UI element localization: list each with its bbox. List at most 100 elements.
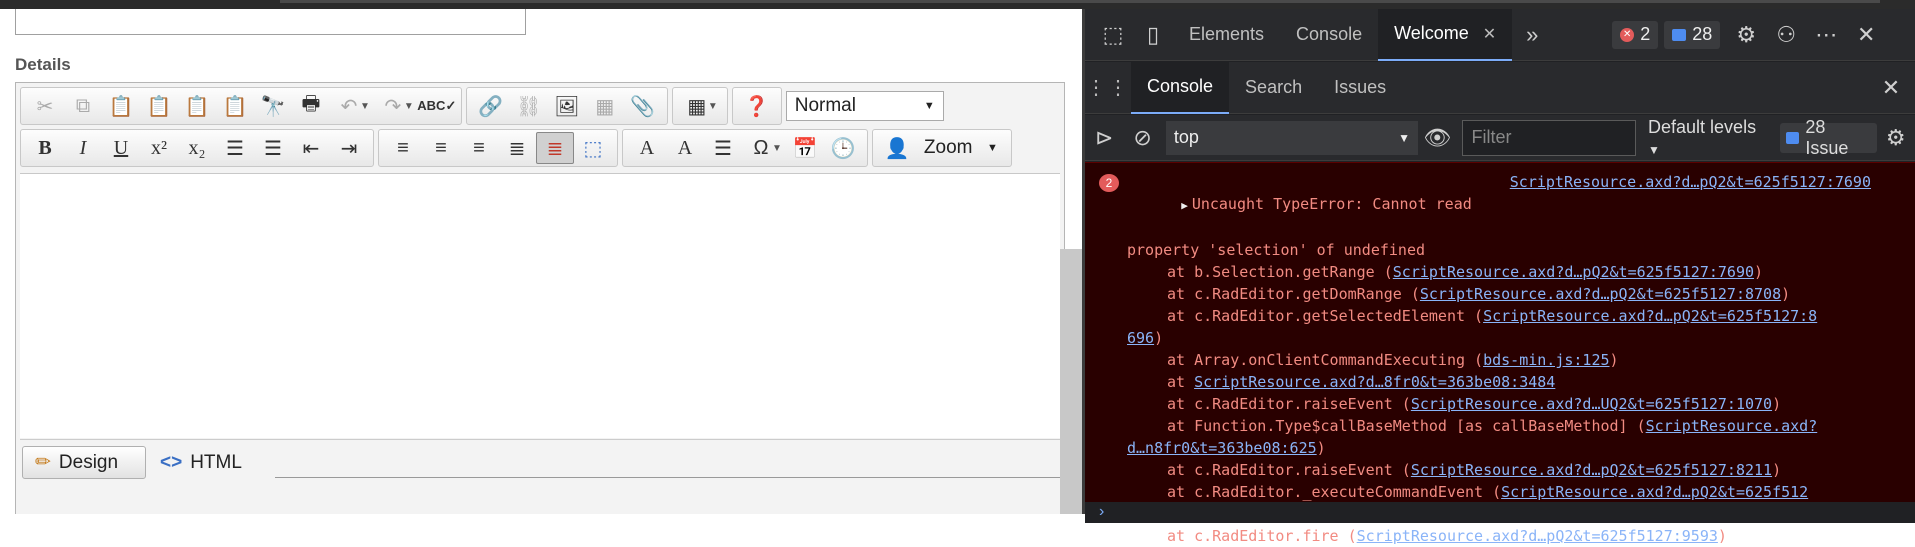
source-link[interactable]: ScriptResource.axd?d…pQ2&t=625f5127:7690	[1510, 171, 1871, 193]
source-link[interactable]: ScriptResource.axd?d…pQ2&t=625f512	[1501, 483, 1808, 501]
align-center-icon[interactable]: ≡	[422, 132, 460, 164]
paste-html-icon[interactable]: 📋	[216, 90, 254, 122]
context-select[interactable]: top ▼	[1165, 120, 1419, 155]
subscript-icon[interactable]: x₂	[178, 132, 216, 164]
source-link[interactable]: ScriptResource.axd?d…8fr0&t=363be08:3484	[1194, 373, 1555, 391]
align-left-icon[interactable]: ≡	[384, 132, 422, 164]
justify-icon[interactable]: ≣	[498, 132, 536, 164]
close-icon[interactable]: ✕	[1483, 24, 1496, 44]
editor-content-area[interactable]	[20, 173, 1060, 438]
module-manager-icon[interactable]: 👤	[878, 132, 916, 164]
format-stripper-icon[interactable]: A	[628, 132, 666, 164]
source-link[interactable]: ScriptResource.axd?d…pQ2&t=625f5127:8	[1483, 307, 1817, 325]
source-link[interactable]: ScriptResource.axd?d…UQ2&t=625f5127:1070	[1411, 395, 1772, 413]
table-dropdown-icon[interactable]: ▼	[708, 101, 718, 112]
image-map-icon[interactable]: ▦	[586, 90, 624, 122]
device-toolbar-icon[interactable]: ▯	[1133, 15, 1173, 55]
paste-icon[interactable]: 📋	[102, 90, 140, 122]
frame-text: at c.RadEditor._executeCommandEvent (	[1167, 483, 1502, 501]
more-options-icon[interactable]: ⋯	[1806, 15, 1846, 55]
source-link[interactable]: 696	[1127, 329, 1154, 347]
error-message-line[interactable]: 2 ▶ Uncaught TypeError: Cannot read ScriptR…	[1085, 171, 1905, 239]
devtools-main-tabs: ⬚ ▯ Elements Console Welcome ✕ » ✕ 2 28 ⚙ …	[1085, 8, 1915, 61]
stack-frame: at ScriptResource.axd?d…8fr0&t=363be08:3…	[1085, 371, 1905, 393]
drawer-menu-icon[interactable]: ⋮⋮	[1085, 75, 1131, 100]
paste-word-icon[interactable]: 📋	[140, 90, 178, 122]
source-link[interactable]: d…n8fr0&t=363be08:625	[1127, 439, 1317, 457]
insert-date-icon[interactable]: 📅	[786, 132, 824, 164]
design-mode-button[interactable]: ✏ Design	[22, 446, 146, 479]
cut-icon[interactable]: ✂	[26, 90, 64, 122]
editor-mode-bar: ✏ Design <> HTML	[20, 439, 1065, 479]
source-link[interactable]: ScriptResource.axd?d…pQ2&t=625f5127:8708	[1420, 285, 1781, 303]
stack-frame: at c.RadEditor.raiseEvent (ScriptResourc…	[1085, 459, 1905, 481]
log-levels-dropdown[interactable]: Default levels ▼	[1648, 117, 1768, 159]
tab-elements[interactable]: Elements	[1173, 9, 1280, 61]
issues-button[interactable]: 28 Issue	[1780, 117, 1877, 158]
source-link[interactable]: ScriptResource.axd?d…pQ2&t=625f5127:9593	[1357, 527, 1718, 545]
message-badge[interactable]: 28	[1664, 20, 1721, 49]
format-block-select[interactable]: Normal ▼	[785, 91, 944, 121]
more-tabs-icon[interactable]: »	[1512, 15, 1552, 55]
tab-console[interactable]: Console	[1280, 9, 1378, 61]
unordered-list-icon[interactable]: ☰	[254, 132, 292, 164]
tab-welcome[interactable]: Welcome ✕	[1378, 8, 1513, 61]
insert-time-icon[interactable]: 🕒	[824, 132, 862, 164]
page-scrollbar[interactable]	[1060, 249, 1082, 514]
zoom-select[interactable]: Zoom ▼	[916, 133, 1006, 163]
align-right-icon[interactable]: ≡	[460, 132, 498, 164]
close-devtools-icon[interactable]: ✕	[1846, 15, 1886, 55]
italic-icon[interactable]: I	[64, 132, 102, 164]
previous-text-input[interactable]	[15, 9, 526, 35]
find-replace-icon[interactable]: 🔭	[254, 90, 292, 122]
console-prompt[interactable]: ›	[1085, 503, 1915, 523]
connection-icon[interactable]: ⚇	[1766, 15, 1806, 55]
paste-text-icon[interactable]: 📋	[178, 90, 216, 122]
live-expression-eye-icon[interactable]: 👁	[1418, 118, 1456, 158]
source-link[interactable]: ScriptResource.axd?d…pQ2&t=625f5127:8211	[1411, 461, 1772, 479]
indent-icon[interactable]: ⇥	[330, 132, 368, 164]
document-manager-icon[interactable]: 📎	[624, 90, 662, 122]
image-manager-icon[interactable]: 🖼	[548, 90, 586, 122]
print-icon[interactable]: 🖶	[292, 90, 330, 122]
source-link[interactable]: ScriptResource.axd?d…pQ2&t=625f5127:7690	[1393, 263, 1754, 281]
bold-icon[interactable]: B	[26, 132, 64, 164]
html-mode-button[interactable]: <> HTML	[148, 446, 254, 479]
inspect-element-icon[interactable]: ⬚	[1093, 15, 1133, 55]
frame-text: at Function.Type$callBaseMethod [as call…	[1167, 417, 1646, 435]
drawer-tab-issues[interactable]: Issues	[1318, 62, 1402, 114]
redo-dropdown-icon[interactable]: ▼	[404, 101, 414, 112]
expand-triangle-icon[interactable]: ▶	[1181, 199, 1188, 212]
help-icon[interactable]: ❓	[738, 90, 776, 122]
font-style-icon[interactable]: A	[666, 132, 704, 164]
close-drawer-icon[interactable]: ✕	[1871, 68, 1911, 108]
frame-text: at c.RadEditor.fire (	[1167, 527, 1357, 545]
remove-link-icon[interactable]: ⛓	[510, 90, 548, 122]
symbol-dropdown-icon[interactable]: ▼	[772, 143, 782, 154]
ordered-list-icon[interactable]: ☰	[216, 132, 254, 164]
source-link[interactable]: bds-min.js:125	[1483, 351, 1609, 369]
paragraph-style-icon[interactable]: ☰	[704, 132, 742, 164]
console-settings-gear-icon[interactable]: ⚙	[1877, 118, 1915, 158]
stack-frame: at c.RadEditor.getDomRange (ScriptResour…	[1085, 283, 1905, 305]
stack-frame: at c.RadEditor._executeCommandEvent (Scr…	[1085, 481, 1905, 503]
drawer-tab-console[interactable]: Console	[1131, 61, 1230, 114]
style-group: A A ☰ Ω ▼ 📅 🕒	[622, 129, 868, 167]
hyperlink-icon[interactable]: 🔗	[472, 90, 510, 122]
sidebar-toggle-icon[interactable]: ⊳	[1085, 118, 1123, 158]
source-link[interactable]: ScriptResource.axd?	[1646, 417, 1818, 435]
copy-icon[interactable]: ⧉	[64, 90, 102, 122]
underline-icon[interactable]: U	[102, 132, 140, 164]
clear-console-icon[interactable]: ⊘	[1123, 118, 1161, 158]
superscript-icon[interactable]: x²	[140, 132, 178, 164]
gear-icon[interactable]: ⚙	[1726, 15, 1766, 55]
undo-dropdown-icon[interactable]: ▼	[360, 101, 370, 112]
spellcheck-icon[interactable]: ABC✓	[417, 90, 456, 122]
prompt-chevron-icon: ›	[1099, 503, 1105, 520]
select-all-icon[interactable]: ⬚	[574, 132, 612, 164]
error-badge[interactable]: ✕ 2	[1612, 20, 1659, 49]
outdent-icon[interactable]: ⇤	[292, 132, 330, 164]
filter-input[interactable]: Filter	[1462, 119, 1637, 156]
drawer-tab-search[interactable]: Search	[1229, 62, 1318, 114]
remove-alignment-icon[interactable]: ≣	[536, 132, 574, 164]
